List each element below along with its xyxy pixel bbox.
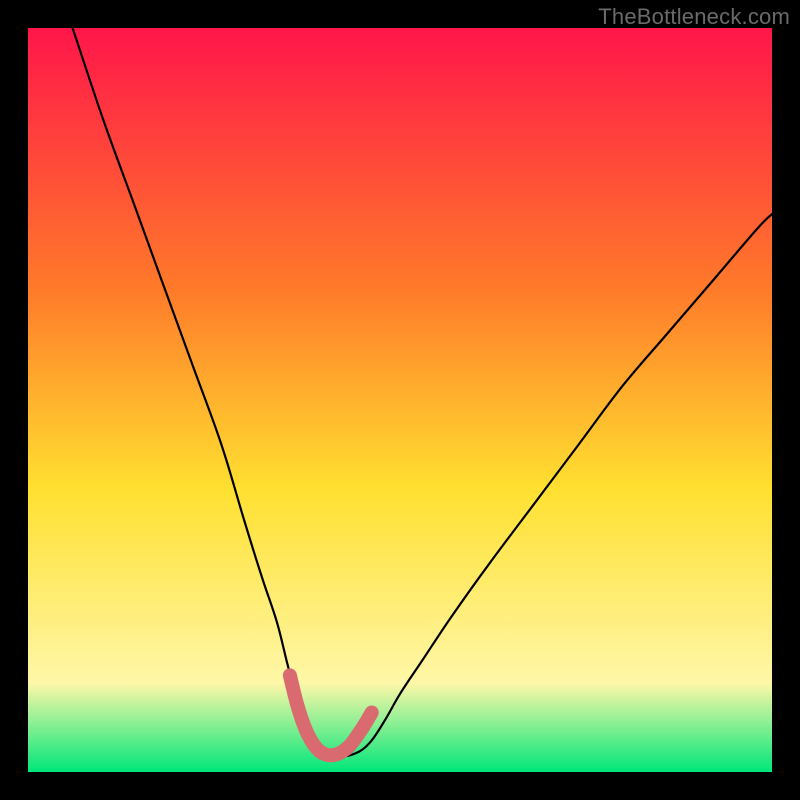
watermark-text: TheBottleneck.com [598,4,790,30]
gradient-background [28,28,772,772]
plot-area [28,28,772,772]
chart-frame: TheBottleneck.com [0,0,800,800]
chart-svg [28,28,772,772]
